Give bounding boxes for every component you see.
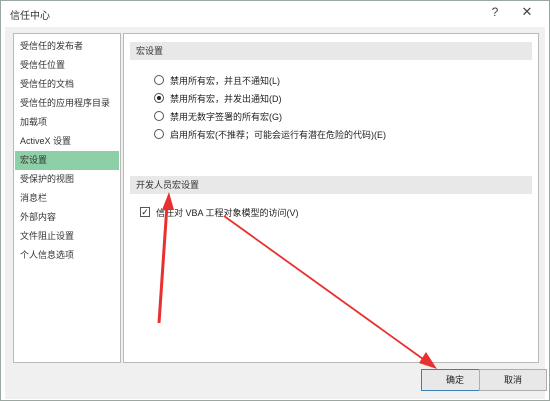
trust-vba-checkbox[interactable]: ✓ — [140, 207, 150, 217]
radio-button[interactable] — [154, 129, 164, 139]
sidebar-item-trusted-publishers[interactable]: 受信任的发布者 — [15, 37, 119, 56]
radio-button[interactable] — [154, 111, 164, 121]
radio-label: 禁用所有宏，并且不通知(L) — [170, 76, 281, 86]
trust-center-dialog: 信任中心 ? ✕ 受信任的发布者 受信任位置 受信任的文档 受信任的应用程序目录… — [0, 0, 550, 401]
sidebar-item-add-ins[interactable]: 加载项 — [15, 113, 119, 132]
sidebar-item-macro-settings[interactable]: 宏设置 — [15, 151, 119, 170]
radio-label: 禁用无数字签署的所有宏(G) — [170, 112, 282, 122]
macro-settings-heading: 宏设置 — [130, 42, 532, 60]
sidebar-item-activex-settings[interactable]: ActiveX 设置 — [15, 132, 119, 151]
title-bar: 信任中心 ? ✕ — [1, 1, 549, 25]
help-button[interactable]: ? — [485, 3, 505, 21]
trust-vba-label: 信任对 VBA 工程对象模型的访问(V) — [156, 208, 299, 218]
sidebar-item-trusted-app-catalogs[interactable]: 受信任的应用程序目录 — [15, 94, 119, 113]
sidebar-item-message-bar[interactable]: 消息栏 — [15, 189, 119, 208]
radio-button[interactable] — [154, 75, 164, 85]
radio-label: 禁用所有宏，并发出通知(D) — [170, 94, 282, 104]
sidebar-item-privacy-options[interactable]: 个人信息选项 — [15, 246, 119, 265]
sidebar-item-file-block-settings[interactable]: 文件阻止设置 — [15, 227, 119, 246]
developer-settings-heading: 开发人员宏设置 — [130, 176, 532, 194]
sidebar-item-trusted-locations[interactable]: 受信任位置 — [15, 56, 119, 75]
radio-button-selected[interactable] — [154, 93, 164, 103]
radio-label: 启用所有宏(不推荐；可能会运行有潜在危险的代码)(E) — [170, 130, 386, 140]
macro-settings-panel: 宏设置 禁用所有宏，并且不通知(L) 禁用所有宏，并发出通知(D) 禁用无数字签… — [123, 33, 539, 363]
window-title: 信任中心 — [10, 11, 50, 22]
dialog-client-area: 受信任的发布者 受信任位置 受信任的文档 受信任的应用程序目录 加载项 Acti… — [5, 27, 547, 399]
sidebar-item-protected-view[interactable]: 受保护的视图 — [15, 170, 119, 189]
sidebar-nav: 受信任的发布者 受信任位置 受信任的文档 受信任的应用程序目录 加载项 Acti… — [13, 33, 121, 363]
sidebar-item-external-content[interactable]: 外部内容 — [15, 208, 119, 227]
sidebar-item-trusted-documents[interactable]: 受信任的文档 — [15, 75, 119, 94]
cancel-button[interactable]: 取消 — [479, 369, 547, 391]
close-button[interactable]: ✕ — [517, 3, 537, 21]
